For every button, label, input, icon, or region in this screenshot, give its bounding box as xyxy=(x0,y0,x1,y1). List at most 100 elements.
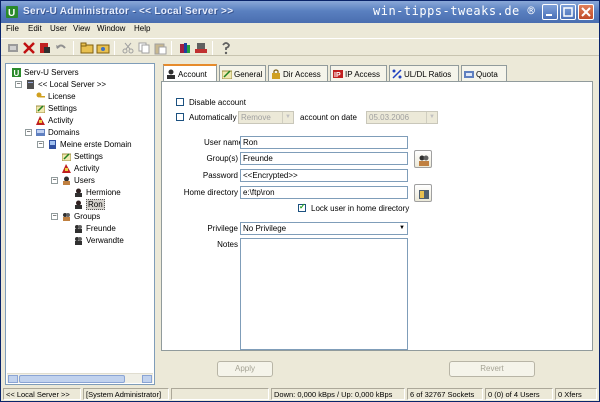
close-button[interactable] xyxy=(578,4,594,20)
user-icon xyxy=(75,200,82,209)
tree-expander[interactable]: − xyxy=(37,141,44,148)
quota-icon xyxy=(464,71,474,78)
groups-label: Group(s) xyxy=(206,154,238,163)
delete-icon[interactable] xyxy=(22,41,36,55)
open-folder-icon[interactable] xyxy=(80,41,94,55)
cut-icon[interactable] xyxy=(121,41,135,55)
tab-dir-access[interactable]: Dir Access xyxy=(268,65,328,81)
tree-horizontal-scrollbar[interactable] xyxy=(7,373,153,383)
menu-view[interactable]: View xyxy=(73,24,90,33)
menu-user[interactable]: User xyxy=(50,24,67,33)
svg-text:U: U xyxy=(14,69,20,77)
ip-icon: IP xyxy=(333,70,343,79)
apply-button[interactable]: Apply xyxy=(217,361,273,377)
menu-help[interactable]: Help xyxy=(134,24,150,33)
tree-node-users[interactable]: Users xyxy=(62,176,95,187)
disconnect-icon[interactable] xyxy=(38,41,52,55)
browse-home-directory-button[interactable] xyxy=(414,184,432,202)
user-name-label: User name xyxy=(204,138,244,147)
tree-node-domain-settings[interactable]: Settings xyxy=(62,152,103,163)
tree-expander[interactable]: − xyxy=(25,129,32,136)
minimize-button[interactable] xyxy=(542,4,558,20)
serv-u-icon: U xyxy=(12,68,21,77)
privilege-select[interactable]: No Privilege ▼ xyxy=(240,222,408,235)
password-input[interactable]: <<Encrypted>> xyxy=(240,169,408,182)
users-icon xyxy=(63,176,70,185)
group-icon xyxy=(419,155,429,166)
lock-home-directory-label: Lock user in home directory xyxy=(311,204,410,213)
groups-icon xyxy=(63,213,70,221)
tree-node-license[interactable]: License xyxy=(36,92,76,103)
tab-quota[interactable]: Quota xyxy=(461,65,507,81)
menu-file[interactable]: File xyxy=(6,24,19,33)
title-bar[interactable]: U Serv-U Administrator - << Local Server… xyxy=(1,1,599,23)
disable-account-checkbox[interactable] xyxy=(176,98,184,106)
tree-node-domain[interactable]: Meine erste Domain xyxy=(48,140,132,151)
toolbar xyxy=(1,38,599,56)
tree-node-user-hermione[interactable]: Hermione xyxy=(74,188,121,199)
tree-expander[interactable]: − xyxy=(15,81,22,88)
scroll-thumb[interactable] xyxy=(19,375,125,383)
scroll-left-arrow[interactable] xyxy=(8,375,18,383)
tree-node-servers[interactable]: U Serv-U Servers xyxy=(12,68,79,79)
copy-icon[interactable] xyxy=(137,41,151,55)
user-icon xyxy=(75,188,82,197)
open-folder2-icon[interactable] xyxy=(96,41,110,55)
books-icon[interactable] xyxy=(178,41,192,55)
status-xfers: 0 Xfers xyxy=(555,388,597,400)
group-icon xyxy=(75,237,82,245)
user-name-input[interactable]: Ron xyxy=(240,136,408,149)
key-icon xyxy=(36,92,45,98)
connect-icon[interactable] xyxy=(6,41,20,55)
tab-ip-access[interactable]: IP IP Access xyxy=(330,65,387,81)
notes-label: Notes xyxy=(217,240,238,249)
pencil-icon xyxy=(62,153,71,161)
tree-node-group-verwandte[interactable]: Verwandte xyxy=(74,236,124,247)
status-transfer-rate: Down: 0,000 kBps / Up: 0,000 kBps xyxy=(271,388,405,400)
privilege-label: Privilege xyxy=(207,224,238,233)
status-server: << Local Server >> xyxy=(3,388,81,400)
notes-textarea[interactable] xyxy=(240,238,408,350)
help-icon[interactable] xyxy=(219,41,233,55)
lock-home-directory-checkbox[interactable] xyxy=(298,202,306,212)
undo-icon[interactable] xyxy=(54,41,68,55)
status-sockets: 6 of 32767 Sockets xyxy=(407,388,483,400)
tree-node-activity[interactable]: Activity xyxy=(36,116,73,127)
user-icon xyxy=(167,69,175,79)
home-directory-label: Home directory xyxy=(183,188,238,197)
tab-ul-dl-ratios[interactable]: UL/DL Ratios xyxy=(389,65,459,81)
tab-general[interactable]: General xyxy=(219,65,266,81)
domain-icon xyxy=(49,140,56,149)
tree-expander[interactable]: − xyxy=(51,213,58,220)
lock-icon xyxy=(272,69,280,79)
scroll-right-arrow[interactable] xyxy=(142,375,152,383)
paste-icon[interactable] xyxy=(153,41,167,55)
tree-node-groups[interactable]: Groups xyxy=(62,212,100,223)
tree-node-settings[interactable]: Settings xyxy=(36,104,77,115)
automatically-checkbox[interactable] xyxy=(176,113,184,121)
menu-edit[interactable]: Edit xyxy=(28,24,42,33)
revert-button[interactable]: Revert xyxy=(449,361,535,377)
disable-account-label: Disable account xyxy=(189,98,246,107)
tree-expander[interactable]: − xyxy=(51,177,58,184)
tree-node-local-server[interactable]: << Local Server >> xyxy=(26,80,106,91)
groups-picker-button[interactable] xyxy=(414,150,432,168)
server-icon[interactable] xyxy=(194,41,208,55)
home-directory-input[interactable]: e:\ftp\ron xyxy=(240,186,408,199)
serv-u-icon: U xyxy=(6,6,18,19)
tree-node-user-ron[interactable]: Ron xyxy=(74,199,105,211)
maximize-button[interactable] xyxy=(560,4,576,20)
auto-action-select[interactable]: Remove ▼ xyxy=(238,111,294,124)
tree-node-domain-activity[interactable]: Activity xyxy=(62,164,99,175)
svg-text:IP: IP xyxy=(334,72,341,79)
groups-input[interactable]: Freunde xyxy=(240,152,408,165)
pencil-icon xyxy=(222,70,232,79)
tab-account[interactable]: Account xyxy=(163,64,217,82)
menu-window[interactable]: Window xyxy=(97,24,125,33)
tree-node-group-freunde[interactable]: Freunde xyxy=(74,224,116,235)
server-tree[interactable]: U Serv-U Servers − << Local Server >> Lic… xyxy=(5,63,155,385)
expiry-date-picker[interactable]: 05.03.2006 ▼ xyxy=(366,111,438,124)
browse-folder-icon xyxy=(419,190,429,199)
status-role: [System Administrator] xyxy=(83,388,169,400)
tree-node-domains[interactable]: Domains xyxy=(36,128,80,139)
